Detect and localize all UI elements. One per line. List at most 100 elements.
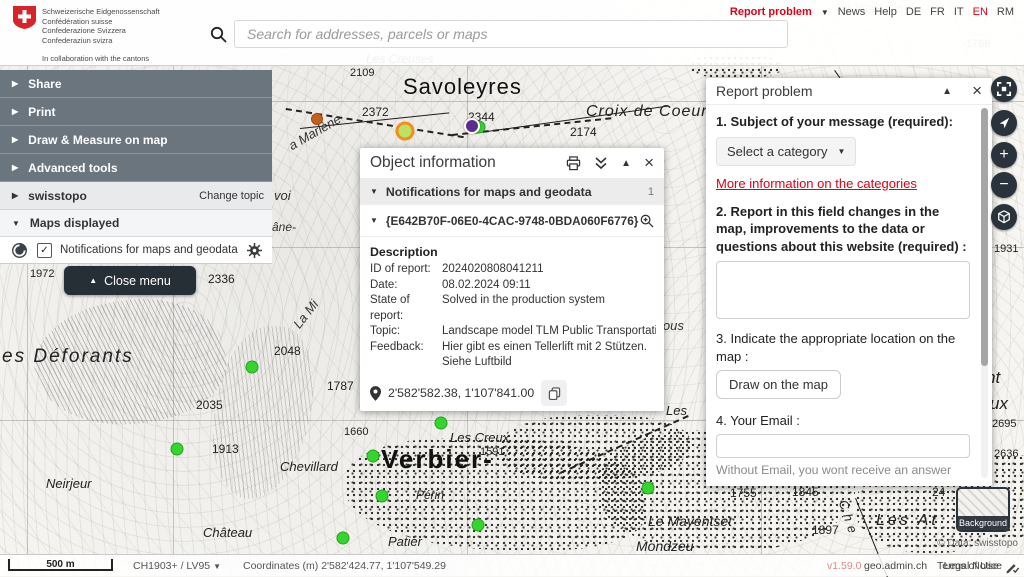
close-icon[interactable]: × — [644, 157, 654, 169]
map-label: 1660 — [344, 426, 368, 438]
report-panel-header[interactable]: Report problem ▲ × — [706, 78, 992, 105]
field-value: 2024020808041211 — [442, 262, 656, 278]
sidebar-item-label: Draw & Measure on map — [28, 133, 167, 147]
sidebar-item-share[interactable]: ▶ Share — [0, 70, 272, 98]
layer-label: Notifications for maps and geodata — [60, 244, 247, 256]
description-row: Feedback: Hier gibt es einen Tellerlift … — [370, 340, 656, 371]
logo-line: Schweizerische Eidgenossenschaft — [42, 7, 160, 17]
scrollbar-thumb[interactable] — [981, 108, 988, 366]
map-marker-lime[interactable] — [396, 122, 415, 141]
field-label: Feedback: — [370, 340, 438, 371]
map-label: Le Mayentset — [648, 513, 732, 529]
email-field[interactable] — [716, 434, 970, 458]
sidebar-topic-row[interactable]: ▶ swisstopo Change topic — [0, 182, 272, 210]
zoom-to-feature-icon[interactable] — [640, 214, 654, 228]
map-label: 1845 — [792, 485, 819, 499]
close-menu-button[interactable]: ▲ Close menu — [64, 266, 196, 295]
map-marker-green[interactable] — [367, 450, 380, 463]
map-marker-green[interactable] — [435, 417, 448, 430]
toggle-3d-button[interactable] — [991, 204, 1017, 230]
sidebar-item-advanced-tools[interactable]: ▶ Advanced tools — [0, 154, 272, 182]
category-select[interactable]: Select a category ▼ — [716, 137, 856, 166]
minimize-icon[interactable]: ▲ — [621, 158, 631, 169]
collapse-all-icon[interactable] — [594, 156, 608, 170]
chevron-down-icon: ▼ — [370, 187, 378, 196]
object-info-feature-row[interactable]: ▼ {E642B70F-06E0-4CAC-9748-0BDA060F6776} — [360, 205, 664, 237]
header-links: Report problem ▼ News Help DE FR IT EN R… — [730, 6, 1014, 18]
map-label: Chevillard — [280, 459, 338, 474]
layer-settings-gear-icon[interactable] — [247, 243, 262, 258]
help-link[interactable]: Help — [874, 6, 897, 18]
report-panel-title: Report problem — [716, 83, 942, 99]
field-label: Topic: — [370, 324, 438, 340]
map-label: 1972 — [30, 268, 54, 280]
category-info-link[interactable]: More information on the categories — [716, 176, 970, 191]
field-value: Landscape model TLM Public Transportatio… — [442, 324, 656, 340]
zoom-out-button[interactable]: − — [991, 172, 1017, 198]
zoom-in-button[interactable]: + — [991, 142, 1017, 168]
field-label: ID of report: — [370, 262, 438, 278]
object-info-group-row[interactable]: ▼ Notifications for maps and geodata 1 — [360, 178, 664, 205]
message-textarea[interactable] — [716, 261, 970, 319]
geolocation-button[interactable] — [991, 110, 1017, 136]
map-label: Les Creux — [450, 430, 509, 445]
subject-question: 1. Subject of your message (required): — [716, 113, 970, 131]
logo-line: Confédération suisse — [42, 17, 160, 27]
lang-de[interactable]: DE — [906, 6, 921, 18]
search-input[interactable] — [234, 20, 788, 48]
close-icon[interactable]: × — [972, 85, 982, 97]
map-marker-green[interactable] — [376, 490, 389, 503]
mouse-coordinates: Coordinates (m) 2'582'424.77, 1'107'549.… — [243, 560, 446, 572]
geoadmin-link[interactable]: geo.admin.ch — [864, 560, 927, 572]
sidebar-item-draw-measure[interactable]: ▶ Draw & Measure on map — [0, 126, 272, 154]
close-menu-label: Close menu — [104, 274, 171, 288]
coordinates-value: 2'582'582.38, 1'107'841.00 — [388, 386, 534, 400]
change-topic-link[interactable]: Change topic — [199, 190, 264, 202]
draw-on-map-button[interactable]: Draw on the map — [716, 370, 841, 399]
draw-check-icon[interactable] — [1005, 559, 1020, 574]
chevron-right-icon: ▶ — [12, 107, 18, 116]
object-info-header[interactable]: Object information ▲ × — [360, 148, 664, 178]
object-info-description: Description ID of report: 20240208080412… — [360, 241, 664, 371]
map-marker-green[interactable] — [246, 361, 259, 374]
map-label: 1913 — [212, 442, 239, 456]
object-information-panel: Object information ▲ × ▼ Notifications f… — [360, 148, 664, 411]
map-marker-green[interactable] — [472, 519, 485, 532]
map-marker-green[interactable] — [171, 443, 184, 456]
maps-displayed-row[interactable]: ▼ Maps displayed — [0, 210, 272, 237]
lang-it[interactable]: IT — [954, 6, 964, 18]
chevron-right-icon: ▶ — [12, 79, 18, 88]
map-label: Les At — [876, 512, 939, 530]
sidebar-item-label: Share — [28, 77, 61, 91]
map-pin-icon — [370, 386, 381, 401]
report-problem-link[interactable]: Report problem — [730, 6, 812, 18]
description-row: ID of report: 2024020808041211 — [370, 262, 656, 278]
map-label: Patier — [388, 534, 422, 549]
lang-rm[interactable]: RM — [997, 6, 1014, 18]
lang-fr[interactable]: FR — [930, 6, 945, 18]
map-marker-purple[interactable] — [464, 118, 480, 134]
map-marker-orange[interactable] — [311, 113, 323, 125]
layer-visibility-checkbox[interactable]: ✓ — [37, 243, 52, 258]
print-icon[interactable] — [566, 156, 581, 171]
background-selector[interactable]: Background — [956, 487, 1010, 532]
projection-select[interactable]: CH1903+ / LV95 ▼ — [133, 560, 221, 572]
map-label: es Déforants — [2, 346, 134, 368]
map-marker-green[interactable] — [337, 532, 350, 545]
map-label: Périn — [416, 488, 444, 502]
minimize-icon[interactable]: ▲ — [942, 86, 952, 97]
copy-coordinates-button[interactable] — [541, 380, 567, 406]
map-label: Mondzeu — [636, 538, 694, 554]
map-label: 2109 — [350, 67, 374, 79]
description-title: Description — [370, 245, 656, 259]
lang-en-active[interactable]: EN — [973, 6, 988, 18]
projection-value: CH1903+ / LV95 — [133, 560, 210, 572]
description-row: State of report: Solved in the productio… — [370, 293, 656, 324]
news-link[interactable]: News — [838, 6, 866, 18]
fullscreen-button[interactable] — [991, 76, 1017, 102]
map-marker-green[interactable] — [642, 482, 655, 495]
chevron-right-icon: ▶ — [12, 163, 18, 172]
chevron-right-icon: ▶ — [12, 191, 18, 200]
sidebar-item-label: Advanced tools — [28, 161, 117, 175]
sidebar-item-print[interactable]: ▶ Print — [0, 98, 272, 126]
